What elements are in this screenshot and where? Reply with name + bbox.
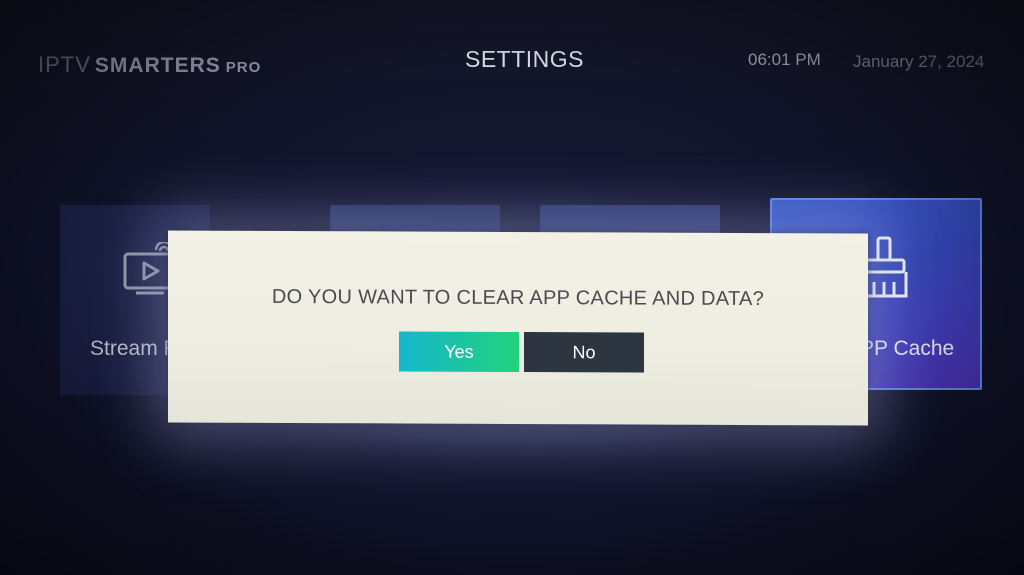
tile-cache-label: PP Cache: [860, 337, 955, 360]
clock-time: 06:01 PM: [748, 50, 821, 69]
tile-stream-label: Stream F: [90, 337, 177, 360]
clock-date: January 27, 2024: [853, 52, 985, 71]
clear-cache-dialog: DO YOU WANT TO CLEAR APP CACHE AND DATA?…: [168, 230, 868, 426]
no-button[interactable]: No: [524, 332, 644, 373]
yes-button[interactable]: Yes: [399, 331, 519, 373]
logo-smarters: SMARTERS: [94, 54, 221, 77]
settings-screen: IPTV SMARTERS PRO SETTINGS 06:01 PM Janu…: [0, 0, 1024, 575]
logo-pro: PRO: [225, 59, 262, 76]
app-logo: IPTV SMARTERS PRO: [38, 52, 261, 78]
page-title: SETTINGS: [465, 46, 585, 72]
dialog-message: DO YOU WANT TO CLEAR APP CACHE AND DATA?: [271, 285, 765, 311]
logo-iptv: IPTV: [38, 52, 91, 77]
